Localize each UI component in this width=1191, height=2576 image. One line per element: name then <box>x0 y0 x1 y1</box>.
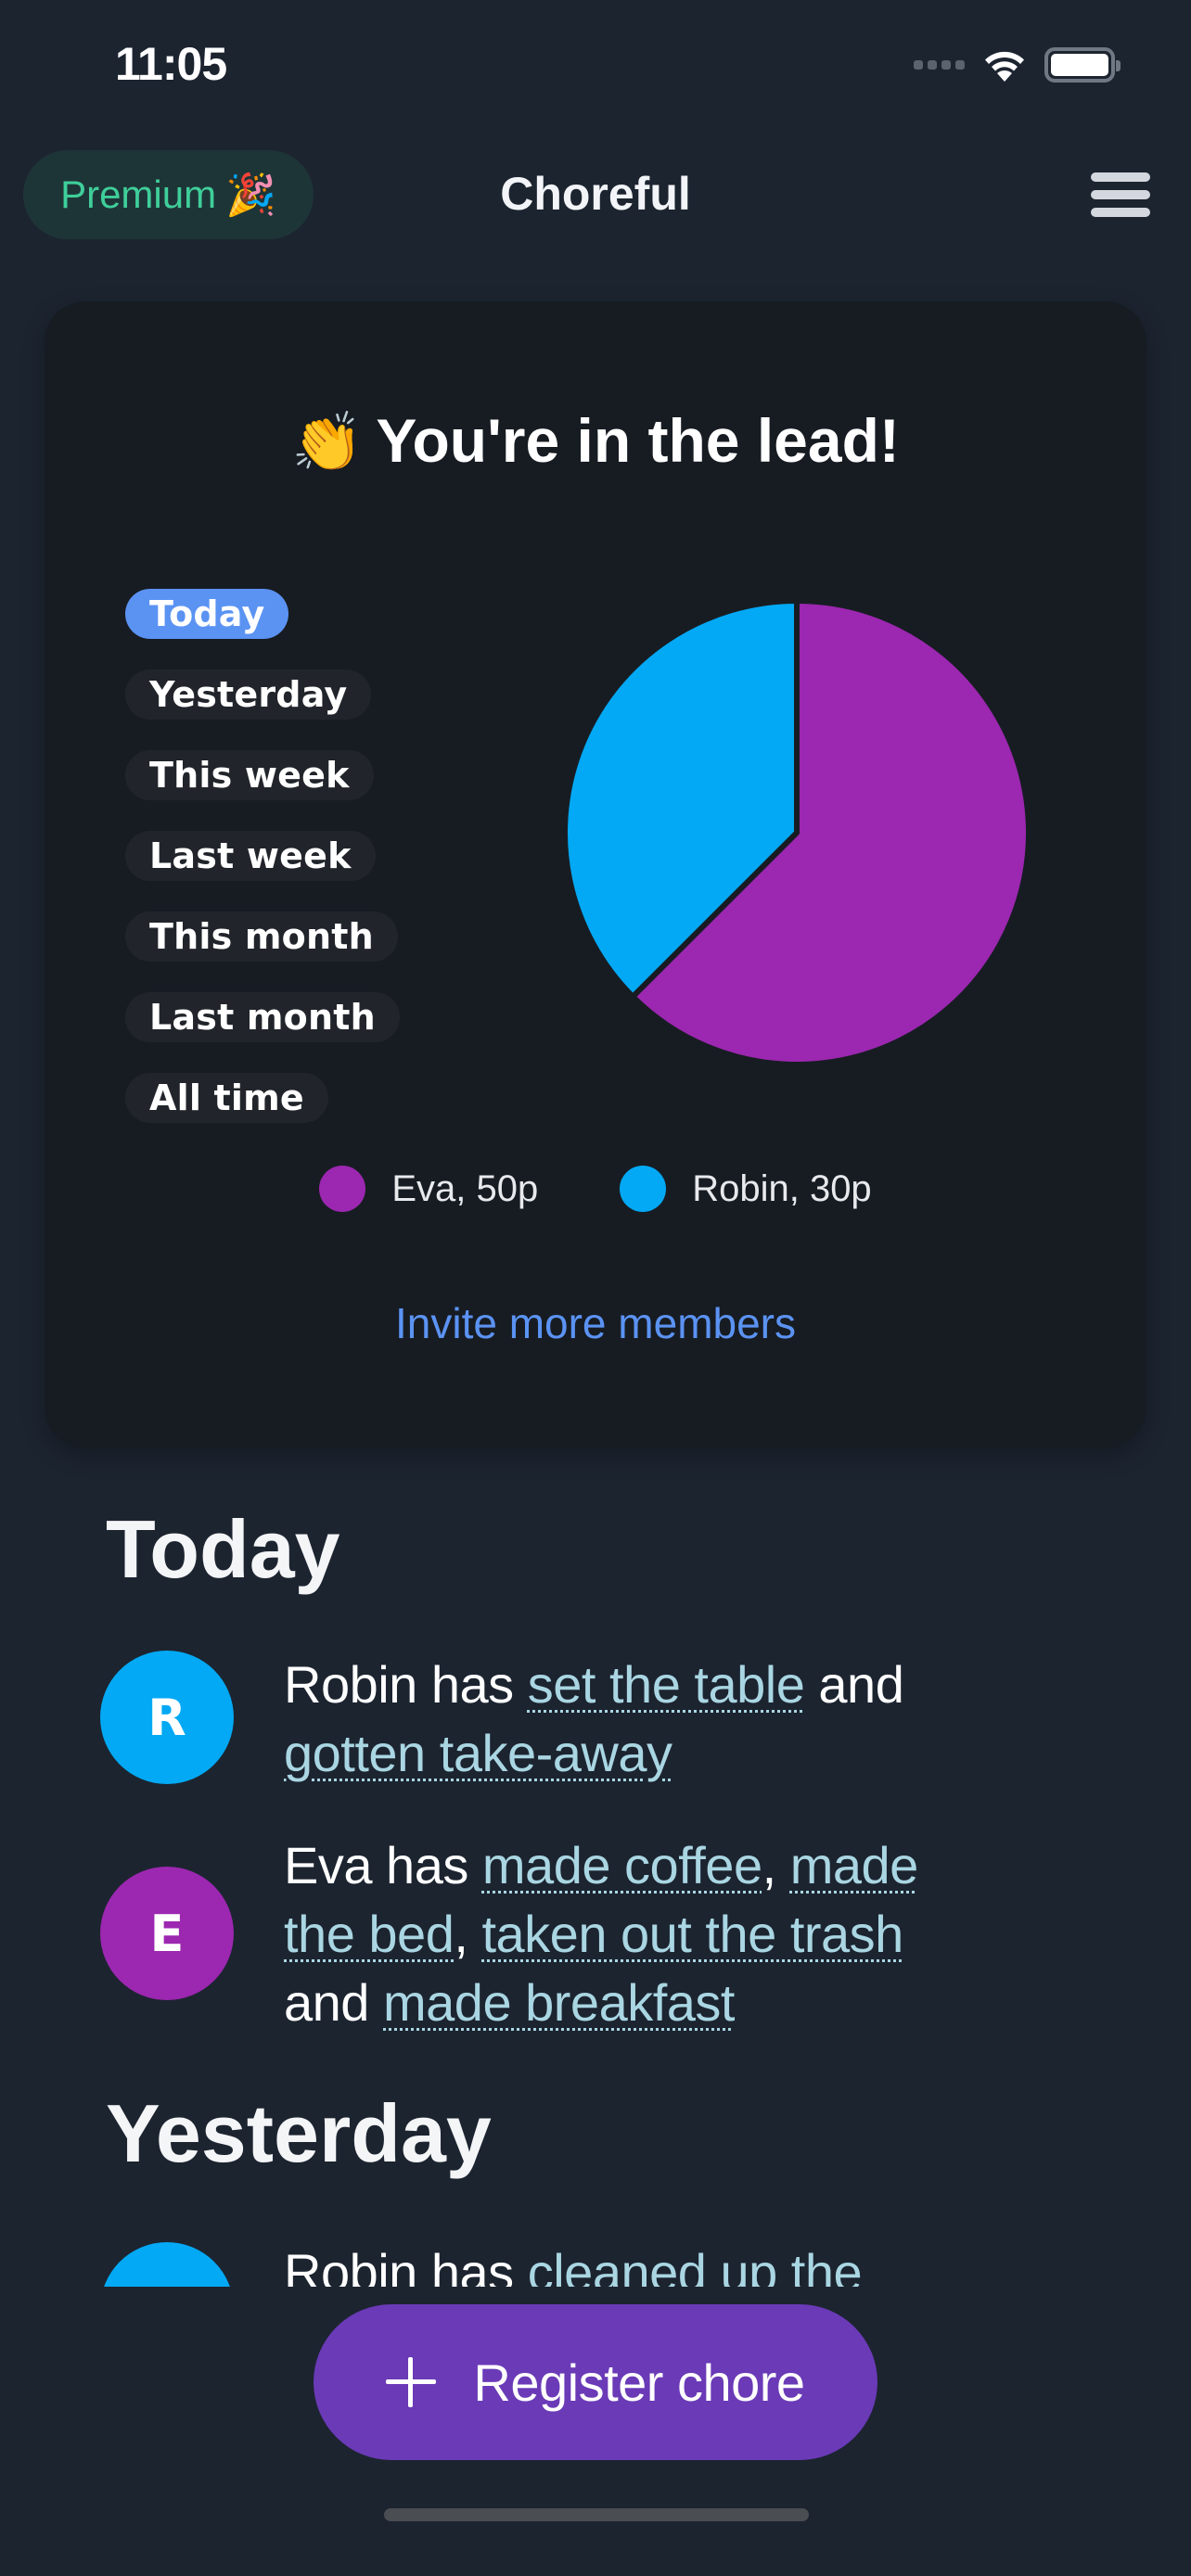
filter-all-time[interactable]: All time <box>125 1073 328 1123</box>
verb: has <box>416 1655 528 1714</box>
pie-chart-svg <box>562 598 1031 1067</box>
separator: , <box>762 1836 790 1894</box>
member-name: Robin <box>284 2243 417 2287</box>
chore-link[interactable]: taken out the trash <box>481 1905 903 1963</box>
home-indicator[interactable] <box>384 2508 809 2521</box>
status-icons <box>914 46 1121 83</box>
section-heading-yesterday: Yesterday <box>106 2087 492 2179</box>
legend-swatch-eva <box>319 1166 366 1212</box>
filter-this-week[interactable]: This week <box>125 750 374 800</box>
feed-item: E Eva has made coffee, made the bed, tak… <box>100 1831 1083 2037</box>
avatar-robin: R <box>100 2242 234 2287</box>
section-heading-today: Today <box>106 1503 340 1595</box>
legend-item-eva: Eva, 50p <box>319 1166 538 1212</box>
clapping-hands-icon: 👏 <box>291 411 364 475</box>
legend-swatch-robin <box>620 1166 667 1212</box>
chore-link[interactable]: cleaned up the <box>528 2243 863 2287</box>
feed-text: Robin has cleaned up the <box>284 2238 989 2287</box>
chore-link[interactable]: gotten take-away <box>284 1724 672 1782</box>
filter-today[interactable]: Today <box>125 589 289 639</box>
chore-link[interactable]: made coffee <box>482 1836 762 1894</box>
legend-label-eva: Eva, 50p <box>391 1167 539 1209</box>
chart-legend: Eva, 50p Robin, 30p <box>45 1166 1146 1212</box>
chore-link[interactable]: made breakfast <box>383 1973 735 2032</box>
avatar-robin: R <box>100 1651 234 1784</box>
wifi-icon <box>985 51 1024 82</box>
filter-last-month[interactable]: Last month <box>125 992 400 1042</box>
status-time: 11:05 <box>115 38 227 90</box>
feed-text: Eva has made coffee, made the bed, taken… <box>284 1831 989 2037</box>
verb: has <box>416 2243 528 2287</box>
register-chore-button[interactable]: Register chore <box>314 2304 877 2460</box>
feed-item: R Robin has set the table and gotten tak… <box>100 1651 1083 1788</box>
verb: has <box>372 1836 482 1894</box>
filter-last-week[interactable]: Last week <box>125 831 376 881</box>
separator: and <box>804 1655 904 1714</box>
legend-item-robin: Robin, 30p <box>620 1166 872 1212</box>
filter-yesterday[interactable]: Yesterday <box>125 670 372 720</box>
leaderboard-card: 👏 You're in the lead! Today Yesterday Thi… <box>45 301 1146 1448</box>
points-pie-chart <box>560 596 1033 1069</box>
plus-icon <box>386 2357 437 2407</box>
hamburger-menu-icon[interactable] <box>1091 172 1150 217</box>
feed-item: R Robin has cleaned up the <box>100 2242 1083 2287</box>
app-title: Choreful <box>500 168 691 220</box>
separator: and <box>284 1973 383 2032</box>
filter-this-month[interactable]: This month <box>125 912 398 962</box>
member-name: Robin <box>284 1655 417 1714</box>
cellular-signal-icon <box>914 60 965 70</box>
chore-link[interactable]: set the table <box>528 1655 805 1714</box>
feed-text: Robin has set the table and gotten take-… <box>284 1651 989 1788</box>
avatar-eva: E <box>100 1867 234 2000</box>
leaderboard-title-text: You're in the lead! <box>376 406 900 475</box>
leaderboard-title: 👏 You're in the lead! <box>45 405 1146 477</box>
register-chore-label: Register chore <box>473 2353 805 2412</box>
invite-members-link[interactable]: Invite more members <box>45 1298 1146 1348</box>
period-filters: Today Yesterday This week Last week This… <box>125 589 400 1123</box>
battery-icon <box>1044 47 1121 83</box>
legend-label-robin: Robin, 30p <box>692 1167 872 1209</box>
feed-clip-region: R Robin has cleaned up the <box>0 2216 1191 2287</box>
member-name: Eva <box>284 1836 373 1894</box>
separator: , <box>454 1905 482 1963</box>
